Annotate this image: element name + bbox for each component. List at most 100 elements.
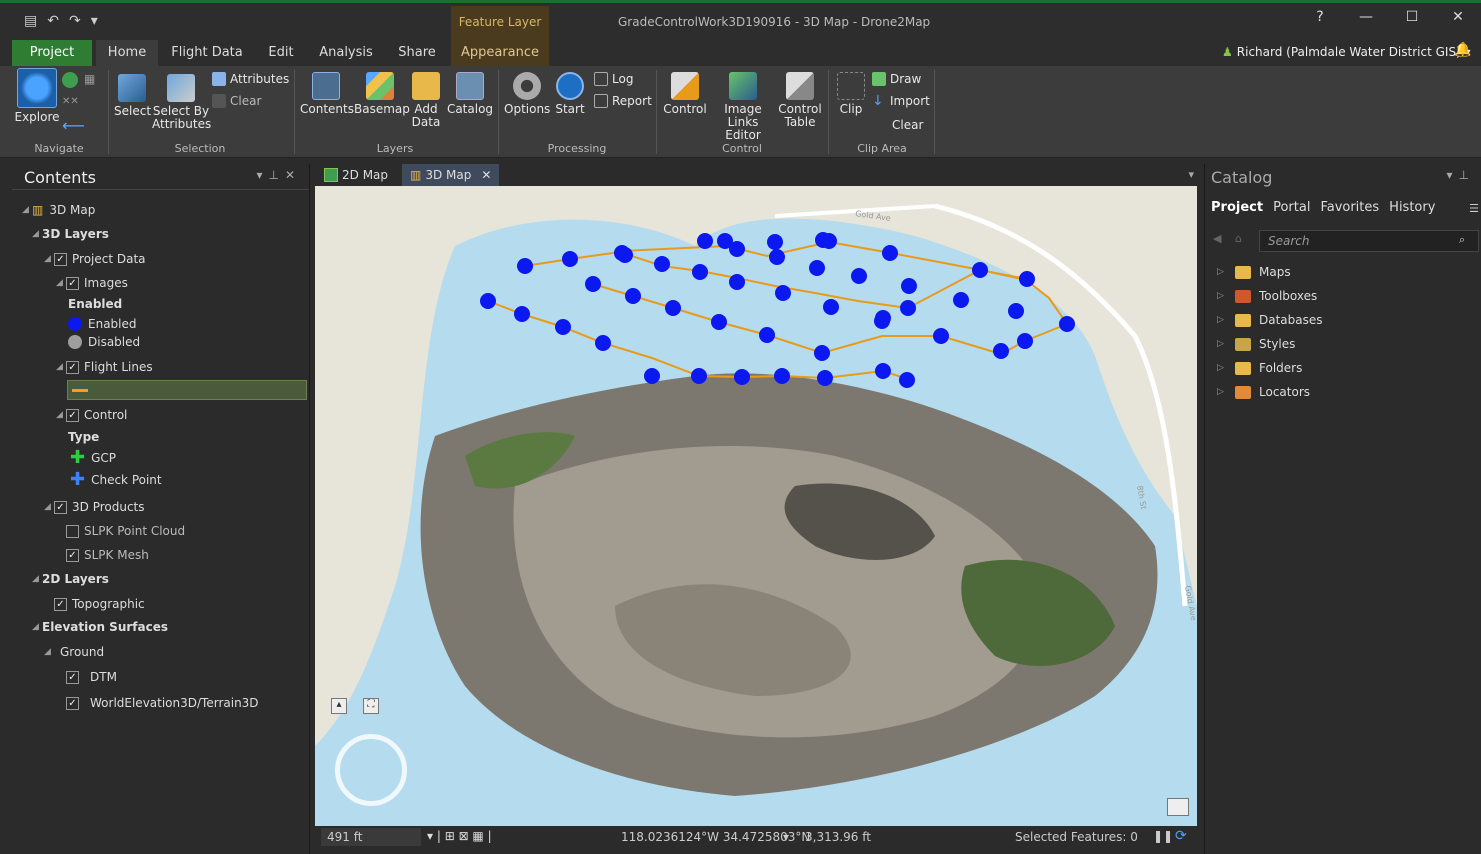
zoom-extent-icon[interactable]: ▦ <box>84 72 95 86</box>
clip-button[interactable]: Clip <box>834 72 868 116</box>
tree-item-dtm[interactable]: ✓ DTM <box>66 667 117 687</box>
waypoint[interactable] <box>972 262 988 278</box>
waypoint[interactable] <box>711 314 727 330</box>
contents-button[interactable]: Contents <box>300 72 354 116</box>
map-canvas[interactable]: Gold Ave 8th St Gold Ave <box>315 186 1197 826</box>
clip-clear-button[interactable]: Clear <box>892 118 923 132</box>
checkbox-checked[interactable]: ✓ <box>66 360 79 374</box>
catalog-item-toolboxes[interactable]: ▷ Toolboxes <box>1217 286 1317 306</box>
zoom-in-icon[interactable]: ✕✕ <box>62 96 79 107</box>
checkbox-checked[interactable]: ✓ <box>66 670 79 684</box>
waypoint[interactable] <box>993 343 1009 359</box>
legend-item-enabled[interactable]: Enabled <box>68 314 137 334</box>
tab-flight-data[interactable]: Flight Data <box>166 40 248 66</box>
close-tab-icon[interactable]: ✕ <box>481 168 491 182</box>
coordinate-format-dropdown-icon[interactable]: ▾ <box>783 830 789 844</box>
waypoint[interactable] <box>665 300 681 316</box>
search-icon[interactable]: ⌕ <box>1459 233 1465 247</box>
tree-item-project-data[interactable]: ◢ ✓ Project Data <box>44 249 146 269</box>
checkbox-checked[interactable]: ✓ <box>66 276 79 290</box>
tree-item-3d-layers[interactable]: ◢ 3D Layers <box>32 224 109 244</box>
tree-item-slpk-mesh[interactable]: ✓ SLPK Mesh <box>66 545 149 565</box>
waypoint[interactable] <box>644 368 660 384</box>
catalog-search-input[interactable]: Search <box>1259 230 1479 252</box>
tab-edit[interactable]: Edit <box>262 40 300 66</box>
catalog-item-locators[interactable]: ▷ Locators <box>1217 382 1310 402</box>
checkbox-unchecked[interactable] <box>66 524 79 538</box>
waypoint[interactable] <box>809 260 825 276</box>
waypoint[interactable] <box>555 319 571 335</box>
collapse-navigator-icon[interactable]: ▴ <box>331 698 347 714</box>
tab-share[interactable]: Share <box>392 40 442 66</box>
waypoint[interactable] <box>933 328 949 344</box>
waypoint[interactable] <box>562 251 578 267</box>
checkbox-checked[interactable]: ✓ <box>54 597 67 611</box>
catalog-menu-icon[interactable]: ☰ <box>1469 202 1479 215</box>
basemap-button[interactable]: Basemap <box>354 72 410 116</box>
tab-home[interactable]: Home <box>96 40 158 66</box>
notification-icon[interactable]: 🔔 <box>1454 42 1471 58</box>
tree-item-3d-products[interactable]: ◢ ✓ 3D Products <box>44 497 145 517</box>
catalog-item-styles[interactable]: ▷ Styles <box>1217 334 1295 354</box>
image-links-editor-button[interactable]: Image Links Editor <box>710 72 776 142</box>
waypoint[interactable] <box>517 258 533 274</box>
waypoint[interactable] <box>775 285 791 301</box>
waypoint[interactable] <box>691 368 707 384</box>
checkbox-checked[interactable]: ✓ <box>66 408 79 422</box>
customize-qat-icon[interactable]: ▾ <box>91 13 98 29</box>
catalog-tab-favorites[interactable]: Favorites <box>1320 200 1379 215</box>
tab-2d-map[interactable]: 2D Map <box>316 164 396 186</box>
catalog-tab-history[interactable]: History <box>1389 200 1435 215</box>
select-button[interactable]: Select <box>114 74 151 118</box>
help-button[interactable]: ? <box>1297 9 1343 25</box>
home-icon[interactable]: ⌂ <box>1235 232 1242 245</box>
control-button[interactable]: Control <box>662 72 708 116</box>
waypoint[interactable] <box>874 313 890 329</box>
scale-dropdown[interactable]: 491 ft <box>321 828 421 846</box>
tab-list-dropdown-icon[interactable]: ▾ <box>1188 168 1194 181</box>
map-view[interactable]: Gold Ave 8th St Gold Ave ▴ ⛶ <box>315 186 1197 826</box>
waypoint[interactable] <box>729 274 745 290</box>
import-button[interactable]: ↓ Import <box>872 94 930 108</box>
waypoint[interactable] <box>734 369 750 385</box>
waypoint[interactable] <box>1008 303 1024 319</box>
waypoint[interactable] <box>585 276 601 292</box>
report-button[interactable]: Report <box>594 94 652 108</box>
pane-controls[interactable]: ▾⊥ <box>1447 168 1475 182</box>
refresh-icon[interactable]: ⟳ <box>1175 828 1187 844</box>
attributes-button[interactable]: Attributes <box>212 72 289 86</box>
pause-drawing-icon[interactable]: ❚❚ <box>1153 829 1173 843</box>
log-button[interactable]: Log <box>594 72 633 86</box>
save-icon[interactable]: ▤ <box>24 13 37 29</box>
waypoint[interactable] <box>759 327 775 343</box>
waypoint[interactable] <box>953 292 969 308</box>
tree-item-3d-map[interactable]: ◢ ▥ 3D Map <box>22 200 95 220</box>
waypoint[interactable] <box>480 293 496 309</box>
waypoint[interactable] <box>617 247 633 263</box>
waypoint[interactable] <box>817 370 833 386</box>
checkbox-checked[interactable]: ✓ <box>54 500 67 514</box>
catalog-tab-project[interactable]: Project <box>1211 200 1263 215</box>
catalog-item-folders[interactable]: ▷ Folders <box>1217 358 1302 378</box>
tab-project[interactable]: Project <box>12 40 92 66</box>
select-by-attributes-button[interactable]: Select By Attributes <box>152 74 211 131</box>
tree-item-2d-layers[interactable]: ◢ 2D Layers <box>32 569 109 589</box>
catalog-item-maps[interactable]: ▷ Maps <box>1217 262 1291 282</box>
waypoint[interactable] <box>692 264 708 280</box>
waypoint[interactable] <box>823 299 839 315</box>
start-button[interactable]: Start <box>552 72 588 116</box>
undo-icon[interactable]: ↶ <box>47 13 59 29</box>
waypoint[interactable] <box>774 368 790 384</box>
waypoint[interactable] <box>625 288 641 304</box>
waypoint[interactable] <box>1017 333 1033 349</box>
waypoint[interactable] <box>595 335 611 351</box>
back-arrow-icon[interactable]: ⟵ <box>62 116 85 135</box>
draw-button[interactable]: Draw <box>872 72 921 86</box>
waypoint[interactable] <box>882 245 898 261</box>
tree-item-topographic[interactable]: ✓ Topographic <box>54 594 145 614</box>
waypoint[interactable] <box>769 249 785 265</box>
catalog-tab-portal[interactable]: Portal <box>1273 200 1310 215</box>
full-extent-icon[interactable]: ⛶ <box>363 698 379 714</box>
tab-appearance[interactable]: Appearance <box>451 40 549 66</box>
waypoint[interactable] <box>851 268 867 284</box>
